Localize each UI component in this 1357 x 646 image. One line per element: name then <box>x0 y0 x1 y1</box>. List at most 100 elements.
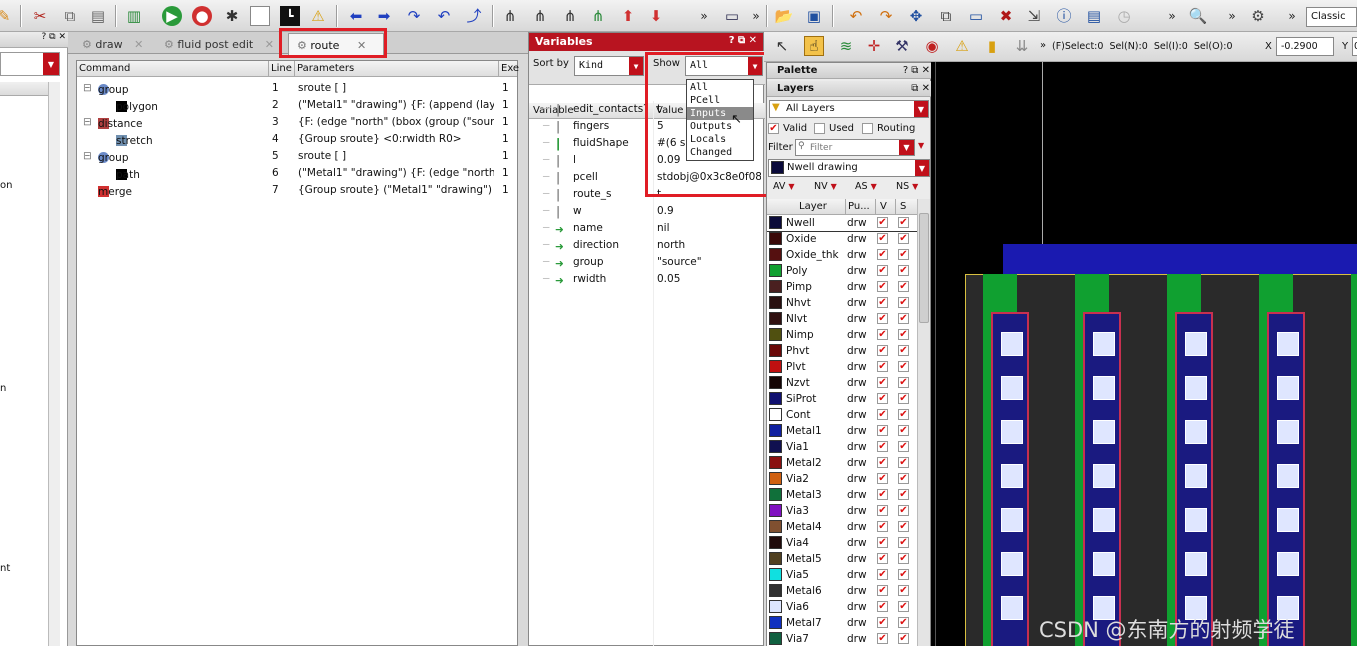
selectable-checkbox[interactable]: ✔ <box>898 489 909 500</box>
stretch-icon[interactable]: ⇲ <box>1024 6 1044 26</box>
column-header-selectable[interactable]: S <box>895 199 906 215</box>
chevron-down-icon[interactable]: ▼ <box>915 160 929 176</box>
close-icon[interactable]: ✕ <box>134 38 143 51</box>
visible-checkbox[interactable]: ✔ <box>877 377 888 388</box>
visible-checkbox[interactable]: ✔ <box>877 217 888 228</box>
list-item[interactable]: ─ ➜ group "source" <box>529 254 763 271</box>
layer-row[interactable]: Metal2 drw ✔ ✔ <box>767 455 917 471</box>
layers-scrollbar[interactable] <box>917 199 930 646</box>
tree-expander-icon[interactable]: ⊟ <box>83 82 92 94</box>
contact-shape[interactable] <box>1001 596 1023 620</box>
column-header-exe[interactable]: Exe <box>498 61 519 77</box>
hierarchy-search-icon[interactable]: ⋔ <box>530 6 550 26</box>
stop-icon[interactable]: ● <box>192 6 212 26</box>
layer-row[interactable]: Poly drw ✔ ✔ <box>767 263 917 279</box>
delete-icon[interactable]: ✖ <box>996 6 1016 26</box>
hierarchy-icon[interactable]: ⋔ <box>500 6 520 26</box>
selectable-checkbox[interactable]: ✔ <box>898 233 909 244</box>
layer-row[interactable]: Metal4 drw ✔ ✔ <box>767 519 917 535</box>
contact-shape[interactable] <box>1093 376 1115 400</box>
pop-down-icon[interactable]: ⬇ <box>646 6 666 26</box>
visibility-button-nv[interactable]: NV ▼ <box>814 181 837 192</box>
visible-checkbox[interactable]: ✔ <box>877 345 888 356</box>
visible-checkbox[interactable]: ✔ <box>877 281 888 292</box>
save-icon[interactable]: ▣ <box>804 6 824 26</box>
selectable-checkbox[interactable]: ✔ <box>898 633 909 644</box>
layer-row[interactable]: Pimp drw ✔ ✔ <box>767 279 917 295</box>
contact-shape[interactable] <box>1185 376 1207 400</box>
contact-shape[interactable] <box>1185 508 1207 532</box>
visible-checkbox[interactable]: ✔ <box>877 441 888 452</box>
column-header-purpose[interactable]: Pu... <box>845 199 870 215</box>
toolbar-overflow-icon[interactable]: » <box>1222 6 1242 26</box>
close-icon[interactable]: ✕ <box>265 38 274 51</box>
selectable-checkbox[interactable]: ✔ <box>898 425 909 436</box>
open-folder-icon[interactable]: 📂 <box>774 6 794 26</box>
visible-checkbox[interactable]: ✔ <box>877 553 888 564</box>
visible-checkbox[interactable]: ✔ <box>877 361 888 372</box>
toolbar-overflow-icon[interactable]: » <box>694 6 714 26</box>
layer-set-combo[interactable]: ▼ All Layers ▼ <box>769 100 929 118</box>
selectable-checkbox[interactable]: ✔ <box>898 249 909 260</box>
undo-icon[interactable]: ↶ <box>846 6 866 26</box>
pointer-mode-icon[interactable]: ☝ <box>804 36 824 56</box>
layer-row[interactable]: SiProt drw ✔ ✔ <box>767 391 917 407</box>
visible-checkbox[interactable]: ✔ <box>877 313 888 324</box>
visible-checkbox[interactable]: ✔ <box>877 393 888 404</box>
visible-checkbox[interactable]: ✔ <box>877 537 888 548</box>
selectable-checkbox[interactable]: ✔ <box>898 393 909 404</box>
layer-row[interactable]: Nhvt drw ✔ ✔ <box>767 295 917 311</box>
workspace-combo[interactable]: Classic <box>1306 7 1357 27</box>
layer-row[interactable]: Plvt drw ✔ ✔ <box>767 359 917 375</box>
workspace-icon[interactable]: ⚙ <box>1248 6 1268 26</box>
warning-icon[interactable]: ⚠ <box>308 6 328 26</box>
list-item[interactable]: ─ ➜ rwidth 0.05 <box>529 271 763 288</box>
cut-icon[interactable]: ✂ <box>30 6 50 26</box>
sort-by-combo[interactable]: Kind ▼ <box>574 56 644 76</box>
column-header-layer[interactable]: Layer <box>799 201 827 212</box>
properties-icon[interactable]: ▭ <box>966 6 986 26</box>
layer-row[interactable]: Oxide_thk drw ✔ ✔ <box>767 247 917 263</box>
table-row[interactable]: ⊟ group 5 sroute [ ] 1 <box>77 148 517 165</box>
scrollbar-thumb[interactable] <box>919 213 929 323</box>
left-panel-scrollbar[interactable] <box>48 82 60 646</box>
filter-input[interactable] <box>795 139 915 156</box>
routing-checkbox[interactable] <box>862 123 873 134</box>
visible-checkbox[interactable]: ✔ <box>877 473 888 484</box>
contact-shape[interactable] <box>1001 376 1023 400</box>
contact-shape[interactable] <box>1093 420 1115 444</box>
selectable-checkbox[interactable]: ✔ <box>898 617 909 628</box>
dropdown-option-outputs[interactable]: Outputs <box>687 120 753 133</box>
tab-draw[interactable]: ⚙ draw ✕ <box>76 35 158 54</box>
hierarchy-settings-icon[interactable]: ⋔ <box>560 6 580 26</box>
extract-icon[interactable]: ⇊ <box>1012 36 1032 56</box>
run-icon[interactable]: ▶ <box>162 6 182 26</box>
list-item[interactable]: ─ ➜ name nil <box>529 220 763 237</box>
visible-checkbox[interactable]: ✔ <box>877 233 888 244</box>
zoom-search-icon[interactable]: 🔍 <box>1188 6 1208 26</box>
table-row[interactable]: path 6 ("Metal1" "drawing") {F: (edge "nor… <box>77 165 517 182</box>
crosshair-icon[interactable]: ✛ <box>864 36 884 56</box>
chevron-down-icon[interactable]: ▼ <box>629 57 643 75</box>
selectable-checkbox[interactable]: ✔ <box>898 441 909 452</box>
dropdown-option-locals[interactable]: Locals <box>687 133 753 146</box>
contact-shape[interactable] <box>1001 508 1023 532</box>
layer-row[interactable]: Via3 drw ✔ ✔ <box>767 503 917 519</box>
drc-warning-icon[interactable]: ⚠ <box>952 36 972 56</box>
push-up-icon[interactable]: ⬆ <box>618 6 638 26</box>
window-icon[interactable]: ▭ <box>722 6 742 26</box>
selectable-checkbox[interactable]: ✔ <box>898 473 909 484</box>
visibility-button-as[interactable]: AS ▼ <box>855 181 877 192</box>
column-header-line[interactable]: Line <box>268 61 292 77</box>
panel-controls[interactable]: ⧉ ✕ <box>911 83 930 94</box>
left-panel-combo[interactable]: ▼ <box>0 52 60 76</box>
visible-checkbox[interactable]: ✔ <box>877 329 888 340</box>
contact-shape[interactable] <box>1277 376 1299 400</box>
layer-row[interactable]: Metal5 drw ✔ ✔ <box>767 551 917 567</box>
selectable-checkbox[interactable]: ✔ <box>898 409 909 420</box>
contact-shape[interactable] <box>1185 420 1207 444</box>
tree-expander-icon[interactable]: ⊟ <box>83 116 92 128</box>
list-item[interactable]: ─ ┃ pcell stdobj@0x3c8e0f08 <box>529 169 763 186</box>
contact-shape[interactable] <box>1001 552 1023 576</box>
visible-checkbox[interactable]: ✔ <box>877 297 888 308</box>
